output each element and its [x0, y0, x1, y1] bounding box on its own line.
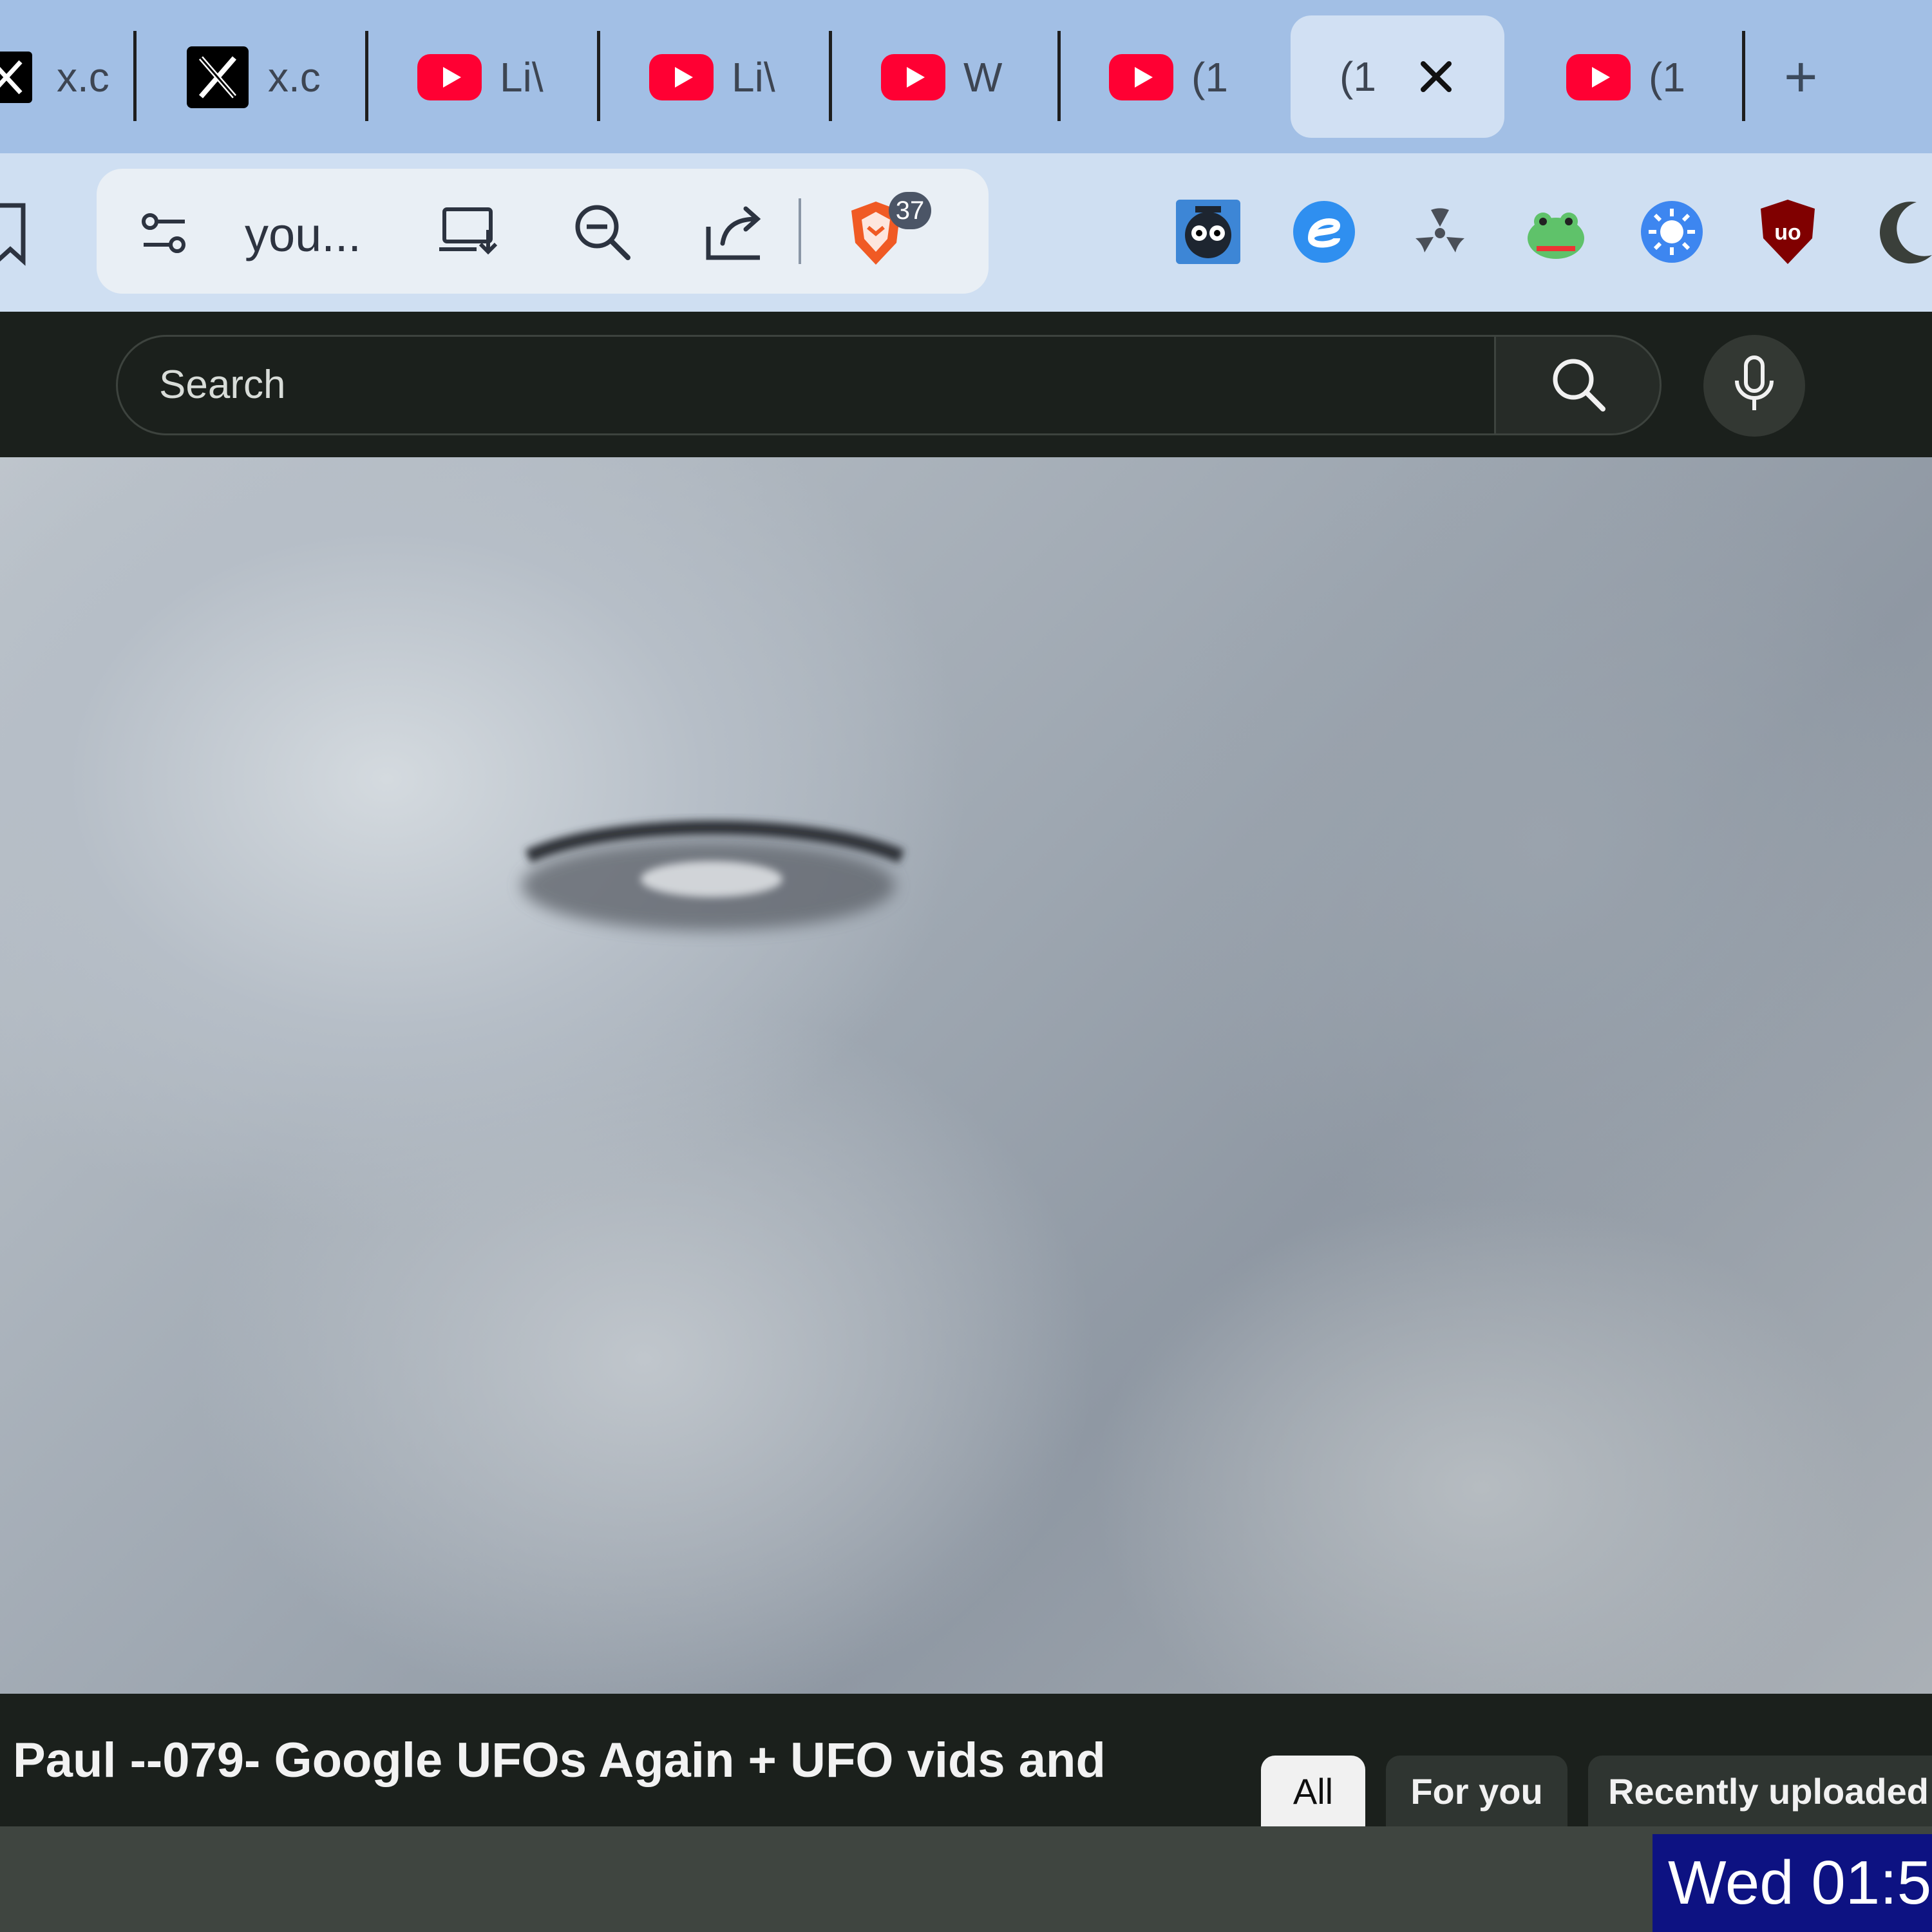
x-logo-icon	[185, 46, 250, 108]
close-icon[interactable]	[1417, 57, 1455, 96]
swirl-extension-icon[interactable]	[1292, 200, 1356, 264]
tab-youtube-4[interactable]: (1	[1109, 19, 1243, 135]
tab-separator	[1057, 31, 1061, 121]
moon-extension-icon[interactable]	[1871, 197, 1932, 267]
video-player[interactable]	[0, 457, 1932, 1694]
ufo-object	[522, 820, 905, 931]
video-info-bar: Paul --079- Google UFOs Again + UFO vids…	[0, 1694, 1932, 1826]
tab-separator	[1742, 31, 1745, 121]
microphone-icon	[1732, 355, 1777, 417]
chip-recently-uploaded[interactable]: Recently uploaded	[1588, 1756, 1932, 1826]
chip-for-you[interactable]: For you	[1386, 1756, 1567, 1826]
tab-title: Li\	[500, 54, 544, 100]
site-settings-icon[interactable]	[135, 204, 193, 262]
svg-text:uo: uo	[1774, 220, 1801, 245]
tab-title: (1	[1340, 53, 1376, 100]
taskbar: Wed 01:5	[0, 1826, 1932, 1932]
search-input[interactable]	[158, 361, 1384, 408]
omnibox-divider	[799, 198, 801, 264]
tab-active[interactable]: (1	[1291, 15, 1504, 138]
tab-x-1[interactable]: x.c	[0, 19, 108, 135]
search-box[interactable]	[116, 335, 1494, 435]
tab-title: (1	[1649, 54, 1685, 100]
frog-extension-icon[interactable]	[1524, 200, 1588, 264]
video-title[interactable]: Paul --079- Google UFOs Again + UFO vids…	[13, 1732, 1106, 1788]
zoom-out-icon[interactable]	[570, 200, 634, 264]
tab-strip: x.c x.c Li\ Li\ W (1 (1 (1 +	[0, 0, 1932, 153]
chip-all[interactable]: All	[1261, 1756, 1365, 1826]
tab-separator	[365, 31, 368, 121]
taskbar-clock[interactable]: Wed 01:5	[1653, 1834, 1932, 1932]
youtube-icon	[649, 52, 714, 103]
bookmark-icon[interactable]	[0, 198, 32, 269]
tab-title: W	[963, 54, 1003, 100]
tab-title: (1	[1191, 54, 1228, 100]
youtube-masthead	[0, 312, 1932, 457]
new-tab-button[interactable]: +	[1784, 45, 1818, 109]
tab-separator	[829, 31, 832, 121]
shields-count-badge: 37	[889, 192, 931, 229]
browser-toolbar: you... 37 uo	[0, 153, 1932, 312]
ublock-origin-icon[interactable]: uo	[1756, 197, 1820, 267]
install-app-icon[interactable]	[438, 202, 502, 260]
tab-youtube-5[interactable]: (1	[1566, 19, 1700, 135]
voice-search-button[interactable]	[1703, 335, 1805, 437]
radiation-extension-icon[interactable]	[1408, 200, 1472, 264]
tab-youtube-3[interactable]: W	[881, 19, 1015, 135]
robot-extension-icon[interactable]	[1176, 200, 1240, 264]
tab-x-2[interactable]: x.c	[185, 19, 319, 135]
tab-separator	[597, 31, 600, 121]
youtube-icon	[881, 52, 945, 103]
tab-separator	[133, 31, 137, 121]
tab-youtube-2[interactable]: Li\	[649, 19, 783, 135]
address-bar[interactable]: you...	[97, 169, 989, 294]
tab-youtube-1[interactable]: Li\	[417, 19, 551, 135]
youtube-icon	[417, 52, 482, 103]
x-logo-icon	[0, 52, 39, 103]
search-icon	[1549, 355, 1607, 416]
tab-title: x.c	[57, 54, 108, 100]
search-button[interactable]	[1494, 335, 1662, 435]
youtube-icon	[1566, 52, 1631, 103]
share-icon[interactable]	[702, 200, 766, 264]
tab-title: x.c	[268, 54, 319, 100]
tab-title: Li\	[732, 54, 775, 100]
youtube-icon	[1109, 52, 1173, 103]
darkreader-extension-icon[interactable]	[1640, 200, 1704, 264]
address-text[interactable]: you...	[245, 207, 361, 262]
